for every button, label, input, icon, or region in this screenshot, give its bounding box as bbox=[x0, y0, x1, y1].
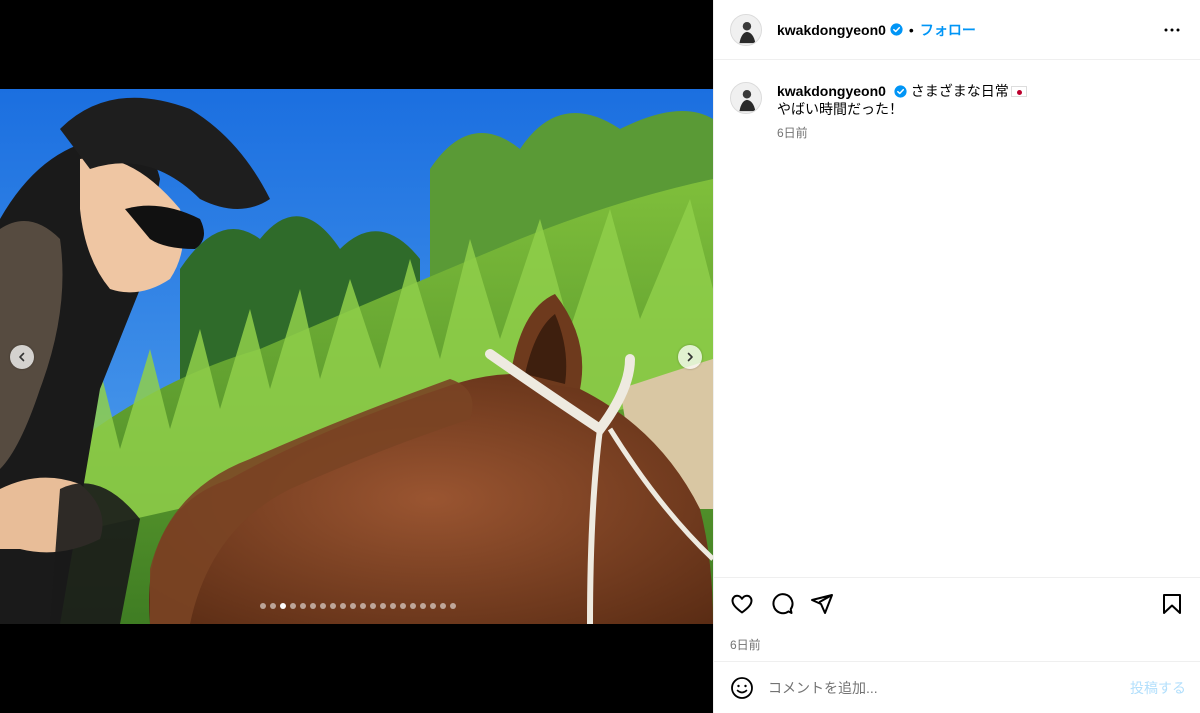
carousel-dot bbox=[360, 603, 366, 609]
carousel-dot bbox=[290, 603, 296, 609]
next-slide-button[interactable] bbox=[678, 345, 702, 369]
bookmark-icon[interactable] bbox=[1160, 592, 1184, 616]
carousel-dot bbox=[370, 603, 376, 609]
caption-avatar[interactable] bbox=[730, 82, 762, 114]
comment-bar: 投稿する bbox=[714, 661, 1200, 713]
carousel-dot bbox=[390, 603, 396, 609]
carousel-dot bbox=[430, 603, 436, 609]
carousel-dot bbox=[310, 603, 316, 609]
post-sidebar: kwakdongyeon0 • フォロー kwakdongyeon0 さまざまな… bbox=[713, 0, 1200, 713]
carousel-dot bbox=[350, 603, 356, 609]
heart-icon[interactable] bbox=[730, 592, 754, 616]
japan-flag-icon bbox=[1010, 86, 1027, 97]
separator-dot: • bbox=[908, 21, 914, 38]
carousel-dot bbox=[450, 603, 456, 609]
post-header: kwakdongyeon0 • フォロー bbox=[714, 0, 1200, 60]
carousel-dot bbox=[270, 603, 276, 609]
post-photo[interactable] bbox=[0, 89, 713, 624]
carousel-dot bbox=[300, 603, 306, 609]
chevron-left-icon bbox=[19, 352, 25, 362]
caption-timestamp[interactable]: 6日前 bbox=[777, 124, 1027, 142]
carousel-dot bbox=[420, 603, 426, 609]
verified-badge-icon bbox=[890, 23, 903, 36]
caption: kwakdongyeon0 さまざまな日常 やばい時間だった！ 6日前 bbox=[714, 60, 1200, 142]
avatar-image bbox=[731, 14, 761, 45]
username[interactable]: kwakdongyeon0 bbox=[777, 22, 886, 38]
carousel-dot bbox=[330, 603, 336, 609]
media-panel bbox=[0, 0, 713, 713]
caption-text-line2: やばい時間だった！ bbox=[777, 101, 903, 117]
more-options-icon bbox=[1164, 28, 1180, 31]
carousel-dot bbox=[410, 603, 416, 609]
post-comment-button[interactable]: 投稿する bbox=[1130, 678, 1186, 698]
more-options-button[interactable] bbox=[1160, 18, 1184, 42]
emoji-icon[interactable] bbox=[730, 676, 754, 700]
caption-body: kwakdongyeon0 さまざまな日常 やばい時間だった！ 6日前 bbox=[777, 82, 1027, 142]
comment-input[interactable] bbox=[768, 679, 1130, 696]
carousel-dot bbox=[340, 603, 346, 609]
share-icon[interactable] bbox=[810, 592, 834, 616]
comment-icon[interactable] bbox=[770, 592, 794, 616]
action-bar: 6日前 bbox=[714, 577, 1200, 653]
carousel-dot bbox=[320, 603, 326, 609]
avatar[interactable] bbox=[730, 13, 762, 46]
carousel-dot bbox=[380, 603, 386, 609]
photo-illustration bbox=[0, 89, 713, 624]
post-timestamp[interactable]: 6日前 bbox=[730, 636, 1184, 653]
carousel-dot bbox=[280, 603, 286, 609]
previous-slide-button[interactable] bbox=[10, 345, 34, 369]
post-viewer: kwakdongyeon0 • フォロー kwakdongyeon0 さまざまな… bbox=[0, 0, 1200, 713]
caption-username[interactable]: kwakdongyeon0 bbox=[777, 83, 886, 99]
carousel-dot bbox=[260, 603, 266, 609]
carousel-indicator bbox=[0, 603, 713, 609]
carousel-dot bbox=[440, 603, 446, 609]
follow-button[interactable]: フォロー bbox=[920, 20, 976, 40]
verified-badge-icon bbox=[894, 85, 907, 98]
caption-text-line1: さまざまな日常 bbox=[910, 83, 1009, 99]
avatar-image bbox=[731, 83, 761, 113]
chevron-right-icon bbox=[687, 352, 693, 362]
carousel-dot bbox=[400, 603, 406, 609]
